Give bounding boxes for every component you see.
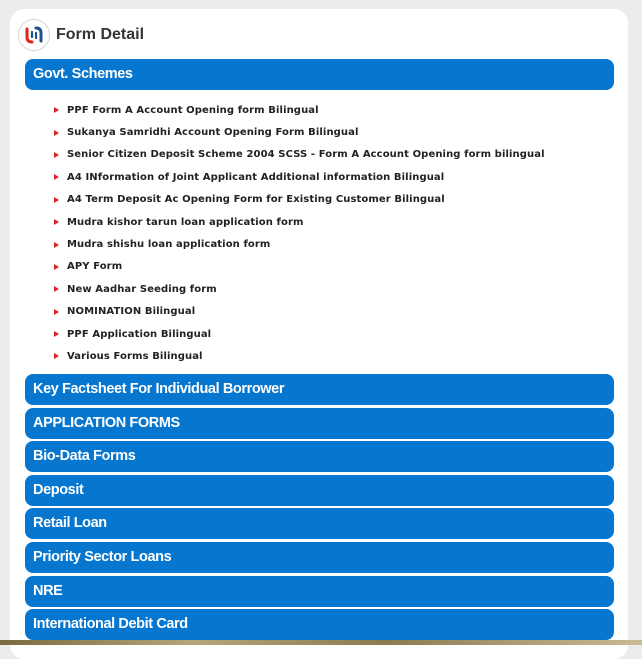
- section-priority-sector-loans[interactable]: Priority Sector Loans: [25, 542, 614, 573]
- bullet-icon: [54, 219, 59, 226]
- bullet-icon: [54, 174, 59, 181]
- bullet-icon: [54, 353, 59, 360]
- form-link[interactable]: A4 Term Deposit Ac Opening Form for Exis…: [52, 189, 545, 211]
- union-bank-logo-icon: [18, 19, 50, 51]
- form-link[interactable]: PPF Form A Account Opening form Bilingua…: [52, 99, 545, 121]
- header: Form Detail: [18, 18, 144, 52]
- bullet-icon: [54, 196, 59, 203]
- section-bio-data-forms[interactable]: Bio-Data Forms: [25, 441, 614, 472]
- form-link[interactable]: A4 INformation of Joint Applicant Additi…: [52, 166, 545, 188]
- form-detail-card: Form Detail Govt. Schemes PPF Form A Acc…: [10, 9, 628, 659]
- section-nre[interactable]: NRE: [25, 576, 614, 607]
- form-link[interactable]: Senior Citizen Deposit Scheme 2004 SCSS …: [52, 144, 545, 166]
- form-link[interactable]: PPF Application Bilingual: [52, 323, 545, 345]
- section-international-debit-card[interactable]: International Debit Card: [25, 609, 614, 640]
- form-link[interactable]: NOMINATION Bilingual: [52, 301, 545, 323]
- page-title: Form Detail: [56, 26, 145, 43]
- form-link[interactable]: New Aadhar Seeding form: [52, 278, 545, 300]
- govt-schemes-list: PPF Form A Account Opening form Bilingua…: [52, 99, 545, 368]
- section-application-forms[interactable]: APPLICATION FORMS: [25, 408, 614, 439]
- form-link[interactable]: APY Form: [52, 256, 545, 278]
- form-link[interactable]: Mudra kishor tarun loan application form: [52, 211, 545, 233]
- bullet-icon: [54, 129, 59, 136]
- form-link[interactable]: Sukanya Samridhi Account Opening Form Bi…: [52, 121, 545, 143]
- section-key-factsheet[interactable]: Key Factsheet For Individual Borrower: [25, 374, 614, 405]
- bullet-icon: [54, 107, 59, 114]
- section-deposit[interactable]: Deposit: [25, 475, 614, 506]
- form-link[interactable]: Various Forms Bilingual: [52, 345, 545, 367]
- bullet-icon: [54, 241, 59, 248]
- bullet-icon: [54, 331, 59, 338]
- bullet-icon: [54, 151, 59, 158]
- section-retail-loan[interactable]: Retail Loan: [25, 508, 614, 539]
- bullet-icon: [54, 263, 59, 270]
- bullet-icon: [54, 308, 59, 315]
- bullet-icon: [54, 286, 59, 293]
- section-govt-schemes[interactable]: Govt. Schemes: [25, 59, 614, 90]
- background-strip: [0, 640, 642, 645]
- form-link[interactable]: Mudra shishu loan application form: [52, 233, 545, 255]
